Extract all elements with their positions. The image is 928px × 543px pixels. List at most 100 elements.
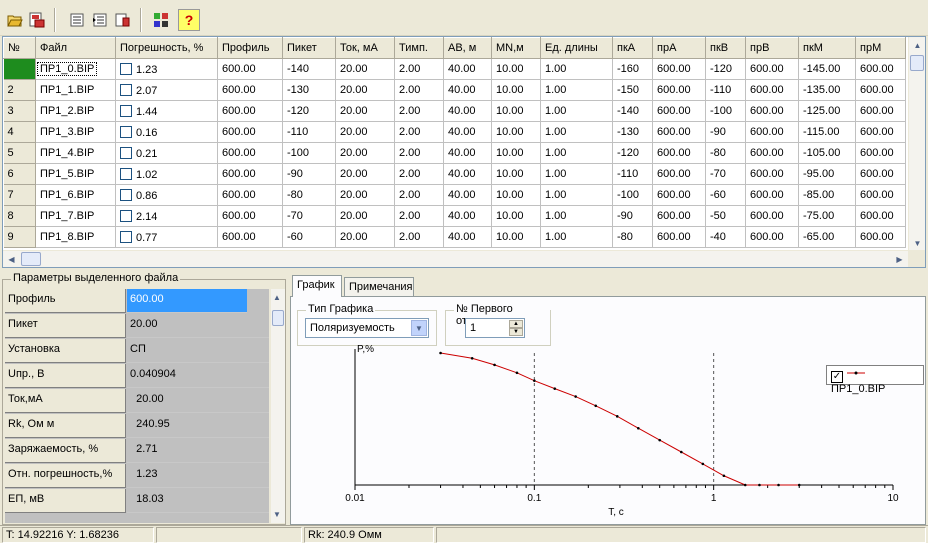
grid-cell[interactable]: 20.00: [335, 121, 395, 143]
grid-cell[interactable]: 20.00: [335, 58, 395, 80]
grid-cell[interactable]: 1.00: [540, 184, 613, 206]
col-header-profile[interactable]: Профиль: [217, 37, 283, 59]
table-row[interactable]: 6 ПР1_5.BIP 1.02 600.00 -90 20.00 2.00 40.00 10.…: [3, 163, 906, 185]
param-value[interactable]: 20.00: [127, 389, 269, 413]
file-list-arrow-button[interactable]: [89, 9, 111, 31]
grid-cell[interactable]: -50: [705, 205, 746, 227]
error-cell[interactable]: 0.77: [115, 226, 218, 248]
scroll-thumb[interactable]: [21, 252, 41, 266]
col-header-error[interactable]: Погрешность, %: [115, 37, 218, 59]
param-value[interactable]: 240.95: [127, 414, 269, 438]
grid-cell[interactable]: 10.00: [491, 79, 541, 101]
grid-cell[interactable]: -105.00: [798, 142, 856, 164]
grid-cell[interactable]: 40.00: [443, 58, 492, 80]
row-checkbox[interactable]: [120, 230, 132, 243]
chevron-down-icon[interactable]: ▼: [411, 320, 427, 336]
row-number[interactable]: 5: [3, 142, 36, 164]
export-button[interactable]: [112, 9, 134, 31]
grid-cell[interactable]: 10.00: [491, 142, 541, 164]
grid-cell[interactable]: 2.00: [394, 205, 444, 227]
row-number[interactable]: 7: [3, 184, 36, 206]
grid-cell[interactable]: 10.00: [491, 205, 541, 227]
grid-cell[interactable]: 1.00: [540, 163, 613, 185]
grid-cell[interactable]: 20.00: [335, 79, 395, 101]
row-checkbox[interactable]: [120, 125, 132, 138]
grid-cell[interactable]: -80: [705, 142, 746, 164]
tab-graph[interactable]: График: [292, 275, 342, 297]
grid-cell[interactable]: -120: [282, 100, 336, 122]
grid-cell[interactable]: 600.00: [855, 121, 906, 143]
grid-cell[interactable]: 2.00: [394, 58, 444, 80]
param-row[interactable]: Uпр., В 0.040904: [5, 364, 269, 389]
grid-cell[interactable]: 40.00: [443, 205, 492, 227]
grid-cell[interactable]: 10.00: [491, 163, 541, 185]
grid-cell[interactable]: 600.00: [217, 205, 283, 227]
param-value[interactable]: 2.71: [127, 439, 269, 463]
row-number[interactable]: 4: [3, 121, 36, 143]
param-value[interactable]: СП: [127, 339, 269, 363]
grid-cell[interactable]: -150: [612, 79, 653, 101]
param-row[interactable]: Установка СП: [5, 339, 269, 364]
grid-cell[interactable]: 20.00: [335, 184, 395, 206]
grid-cell[interactable]: 600.00: [855, 184, 906, 206]
grid-cell[interactable]: 2.00: [394, 163, 444, 185]
row-number[interactable]: 1: [3, 58, 36, 80]
grid-cell[interactable]: -80: [282, 184, 336, 206]
param-value[interactable]: 20.00: [127, 314, 269, 338]
grid-cell[interactable]: 20.00: [335, 205, 395, 227]
file-cell[interactable]: ПР1_4.BIP: [35, 142, 116, 164]
scroll-up-icon[interactable]: ▲: [270, 289, 284, 306]
grid-cell[interactable]: 10.00: [491, 100, 541, 122]
grid-cell[interactable]: 2.00: [394, 121, 444, 143]
row-checkbox[interactable]: [120, 188, 132, 201]
grid-cell[interactable]: 10.00: [491, 184, 541, 206]
param-row[interactable]: Профиль 600.00: [5, 289, 269, 314]
grid-cell[interactable]: 600.00: [745, 226, 799, 248]
grid-cell[interactable]: 600.00: [652, 121, 706, 143]
grid-cell[interactable]: 600.00: [855, 100, 906, 122]
grid-cell[interactable]: -80: [612, 226, 653, 248]
row-number[interactable]: 6: [3, 163, 36, 185]
grid-cell[interactable]: 10.00: [491, 58, 541, 80]
col-header-units[interactable]: Ед. длины: [540, 37, 613, 59]
file-cell[interactable]: ПР1_8.BIP: [35, 226, 116, 248]
param-value[interactable]: 18.03: [127, 489, 269, 513]
grid-cell[interactable]: 600.00: [652, 100, 706, 122]
grid-cell[interactable]: -125.00: [798, 100, 856, 122]
grid-cell[interactable]: 10.00: [491, 121, 541, 143]
grid-cell[interactable]: 2.00: [394, 79, 444, 101]
grid-cell[interactable]: -95.00: [798, 163, 856, 185]
grid-cell[interactable]: 600.00: [652, 163, 706, 185]
row-checkbox[interactable]: [120, 167, 132, 180]
grid-vertical-scrollbar[interactable]: ▲ ▼: [908, 37, 925, 252]
grid-cell[interactable]: -120: [612, 142, 653, 164]
error-cell[interactable]: 0.21: [115, 142, 218, 164]
table-row[interactable]: 2 ПР1_1.BIP 2.07 600.00 -130 20.00 2.00 40.00 10…: [3, 79, 906, 101]
col-header-picket[interactable]: Пикет: [282, 37, 336, 59]
grid-cell[interactable]: 1.00: [540, 226, 613, 248]
params-scrollbar[interactable]: ▲ ▼: [271, 289, 285, 523]
tab-notes[interactable]: Примечания: [344, 277, 414, 297]
grid-cell[interactable]: 600.00: [745, 205, 799, 227]
row-checkbox[interactable]: [120, 146, 132, 159]
open-file-button[interactable]: [4, 9, 26, 31]
grid-cell[interactable]: 600.00: [745, 100, 799, 122]
grid-cell[interactable]: 600.00: [652, 205, 706, 227]
grid-cell[interactable]: 1.00: [540, 205, 613, 227]
grid-cell[interactable]: -60: [282, 226, 336, 248]
grid-cell[interactable]: 1.00: [540, 100, 613, 122]
grid-cell[interactable]: 20.00: [335, 163, 395, 185]
col-header-file[interactable]: Файл: [35, 37, 116, 59]
grid-cell[interactable]: -140: [282, 58, 336, 80]
grid-cell[interactable]: 600.00: [652, 79, 706, 101]
param-row[interactable]: Отн. погрешность,% 1.23: [5, 464, 269, 489]
error-cell[interactable]: 1.23: [115, 58, 218, 80]
table-row[interactable]: 1 ПР1_0.BIP 1.23 600.00 -140 20.00 2.00 40.00 10…: [3, 58, 906, 80]
grid-cell[interactable]: 2.00: [394, 184, 444, 206]
grid-cell[interactable]: -145.00: [798, 58, 856, 80]
grid-cell[interactable]: 1.00: [540, 58, 613, 80]
grid-cell[interactable]: -120: [705, 58, 746, 80]
grid-cell[interactable]: -110: [705, 79, 746, 101]
grid-cell[interactable]: 600.00: [217, 121, 283, 143]
grid-cell[interactable]: 600.00: [855, 205, 906, 227]
